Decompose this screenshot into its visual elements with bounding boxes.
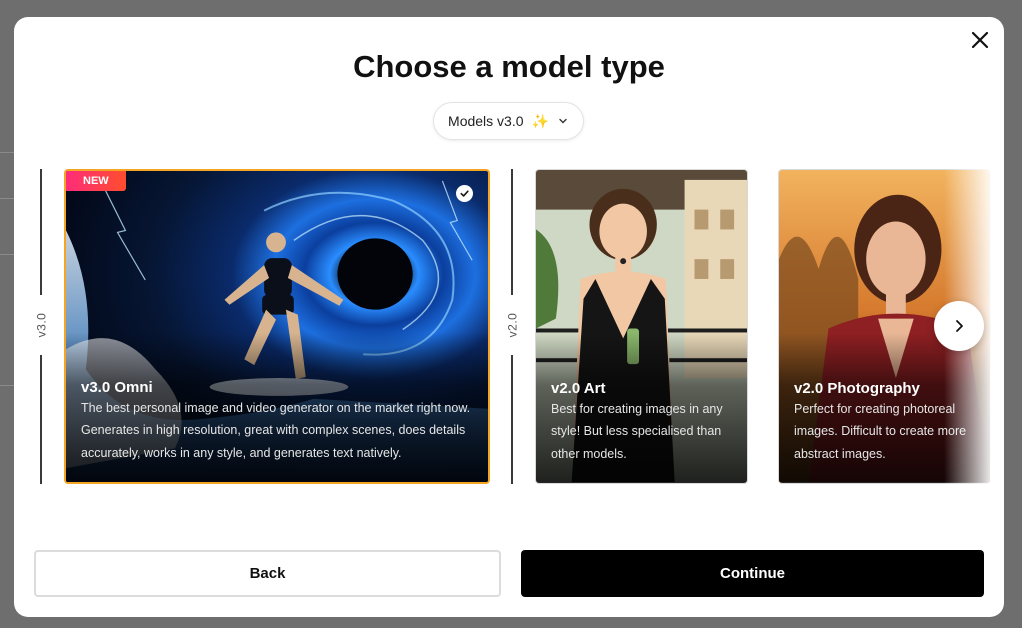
backdrop-divider	[0, 385, 14, 386]
carousel-next-button[interactable]	[934, 301, 984, 351]
group-label-v3: v3.0	[29, 295, 53, 355]
back-button[interactable]: Back	[34, 550, 501, 597]
backdrop-divider	[0, 254, 14, 255]
check-icon	[460, 190, 469, 197]
model-card-name: v3.0 Omni	[81, 379, 153, 396]
new-badge: NEW	[66, 171, 126, 191]
backdrop-divider	[0, 198, 14, 199]
version-select-label: Models v3.0	[448, 113, 524, 129]
backdrop-divider	[0, 152, 14, 153]
selected-check-badge	[456, 185, 473, 202]
model-card-name: v2.0 Photography	[794, 380, 920, 397]
model-card-description: The best personal image and video genera…	[81, 400, 471, 460]
chevron-down-icon	[559, 118, 567, 124]
model-card-v2-art[interactable]: v2.0 Art Best for creating images in any…	[535, 169, 748, 484]
model-card-description: Best for creating images in any style! B…	[551, 401, 723, 461]
model-card-v3-omni[interactable]: NEW v3.0 Omni The best personal image an…	[64, 169, 490, 484]
continue-button[interactable]: Continue	[521, 550, 984, 597]
dialog-title: Choose a model type	[353, 49, 665, 84]
model-type-dialog: Choose a model type Models v3.0 ✨ v3.0 N…	[14, 17, 1004, 617]
model-version-select[interactable]: Models v3.0 ✨	[433, 102, 584, 140]
chevron-right-icon	[956, 320, 963, 332]
group-label-v2: v2.0	[500, 295, 524, 355]
sparkle-icon: ✨	[531, 112, 549, 129]
model-card-name: v2.0 Art	[551, 380, 606, 397]
